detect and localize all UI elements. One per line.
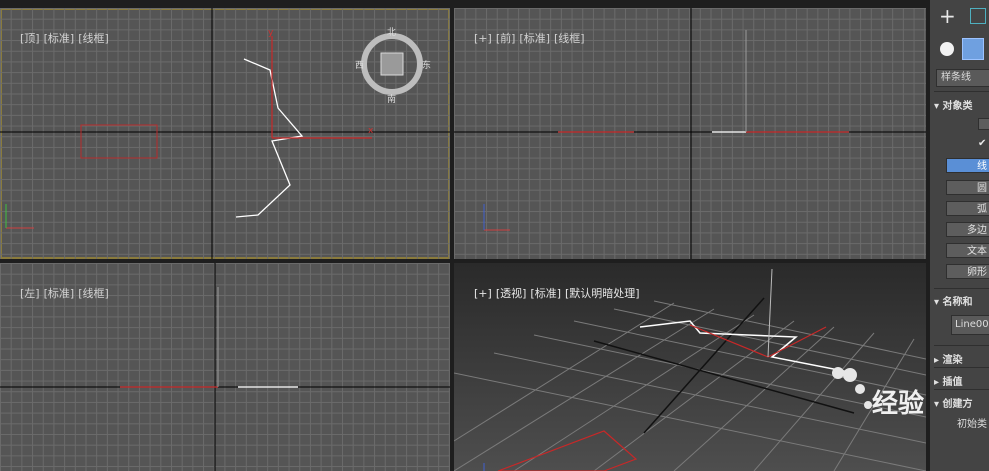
divider [934,367,989,368]
label-standard[interactable]: [标准] [530,287,561,300]
autogrid-checkbox[interactable] [978,118,989,130]
object-type-rollout[interactable]: ▾ 对象类 [934,97,973,112]
viewcube-west[interactable]: 西 [355,58,364,71]
object-type-title: 对象类 [942,101,973,112]
name-field[interactable]: Line00 [951,315,989,335]
label-shading[interactable]: [线框] [78,32,109,45]
rectangle-shape [80,124,158,159]
label-standard[interactable]: [标准] [44,287,75,300]
watermark-text: 经验 [872,389,925,419]
label-view[interactable]: [标准] [44,32,75,45]
viewport-front[interactable]: [+] [前] [标准] [线框] [454,8,926,259]
interpolation-rollout[interactable]: ▸ 插值 [934,373,963,388]
label-plus[interactable]: [+] [474,287,492,300]
viewcube-north[interactable]: 北 [387,25,396,38]
axis-y [643,297,765,434]
line-button[interactable]: 线 [946,158,989,173]
gizmo-x-label: x [368,126,374,136]
rendering-title: 渲染 [942,355,963,366]
divider [934,288,989,289]
perspective-grid [454,300,926,471]
viewport-perspective-label[interactable]: [+] [透视] [标准] [默认明暗处理] [460,272,644,314]
text-button[interactable]: 文本 [946,243,989,258]
label-view[interactable]: [透视] [496,287,527,300]
divider [934,389,989,390]
viewport-left-label[interactable]: [左] [标准] [线框] [6,272,113,314]
viewcube-box [380,52,404,76]
label-view[interactable]: [前] [496,32,516,45]
geometry-icon[interactable] [940,42,954,56]
viewport-left[interactable]: [左] [标准] [线框] [0,263,450,471]
egg-button[interactable]: 卵形 [946,264,989,279]
label-shading[interactable]: [默认明暗处理] [565,287,640,300]
arc-button[interactable]: 弧 [946,201,989,216]
create-tab-icon[interactable]: + [939,6,956,26]
watermark-dots [832,367,872,409]
viewport-top[interactable]: [顶] [标准] [线框] 北 南 西 东 x y [0,8,450,259]
gizmo-y-label: y [268,28,274,38]
initial-type-label: 初始类 [957,419,987,430]
label-plus[interactable]: [+] [474,32,492,45]
circle-button[interactable]: 圆 [946,180,989,195]
interpolation-title: 插值 [942,377,963,388]
command-panel: + 样条线 ▾ 对象类 ✔ 线 圆 弧 多边 文本 卵形 ▾ 名称和 Line0… [930,0,989,471]
label-shading[interactable]: [线框] [554,32,585,45]
gizmo-z [767,268,773,358]
gizmo-y [689,324,769,358]
name-color-rollout[interactable]: ▾ 名称和 [934,293,973,308]
label-shading[interactable]: [线框] [78,287,109,300]
creation-method-title: 创建方 [942,399,973,410]
category-dropdown[interactable]: 样条线 [936,69,989,87]
rendering-rollout[interactable]: ▸ 渲染 [934,351,963,366]
label-standard[interactable]: [标准] [519,32,550,45]
viewcube-south[interactable]: 南 [387,92,396,105]
label-plus[interactable]: [顶] [20,32,40,45]
divider [934,91,989,92]
viewcube-east[interactable]: 东 [422,58,431,71]
viewport-front-label[interactable]: [+] [前] [标准] [线框] [460,17,589,59]
polygon-button[interactable]: 多边 [946,222,989,237]
modify-tab-icon[interactable] [970,8,986,24]
creation-method-rollout[interactable]: ▾ 创建方 [934,395,973,410]
start-new-shape-checkbox[interactable]: ✔ [978,138,986,149]
shapes-icon[interactable] [962,38,984,60]
label-view[interactable]: [左] [20,287,40,300]
viewport-perspective[interactable]: [+] [透视] [标准] [默认明暗处理] 经验 [454,263,926,471]
divider [934,345,989,346]
name-color-title: 名称和 [942,297,973,308]
viewport-top-label[interactable]: [顶] [标准] [线框] [6,17,113,59]
